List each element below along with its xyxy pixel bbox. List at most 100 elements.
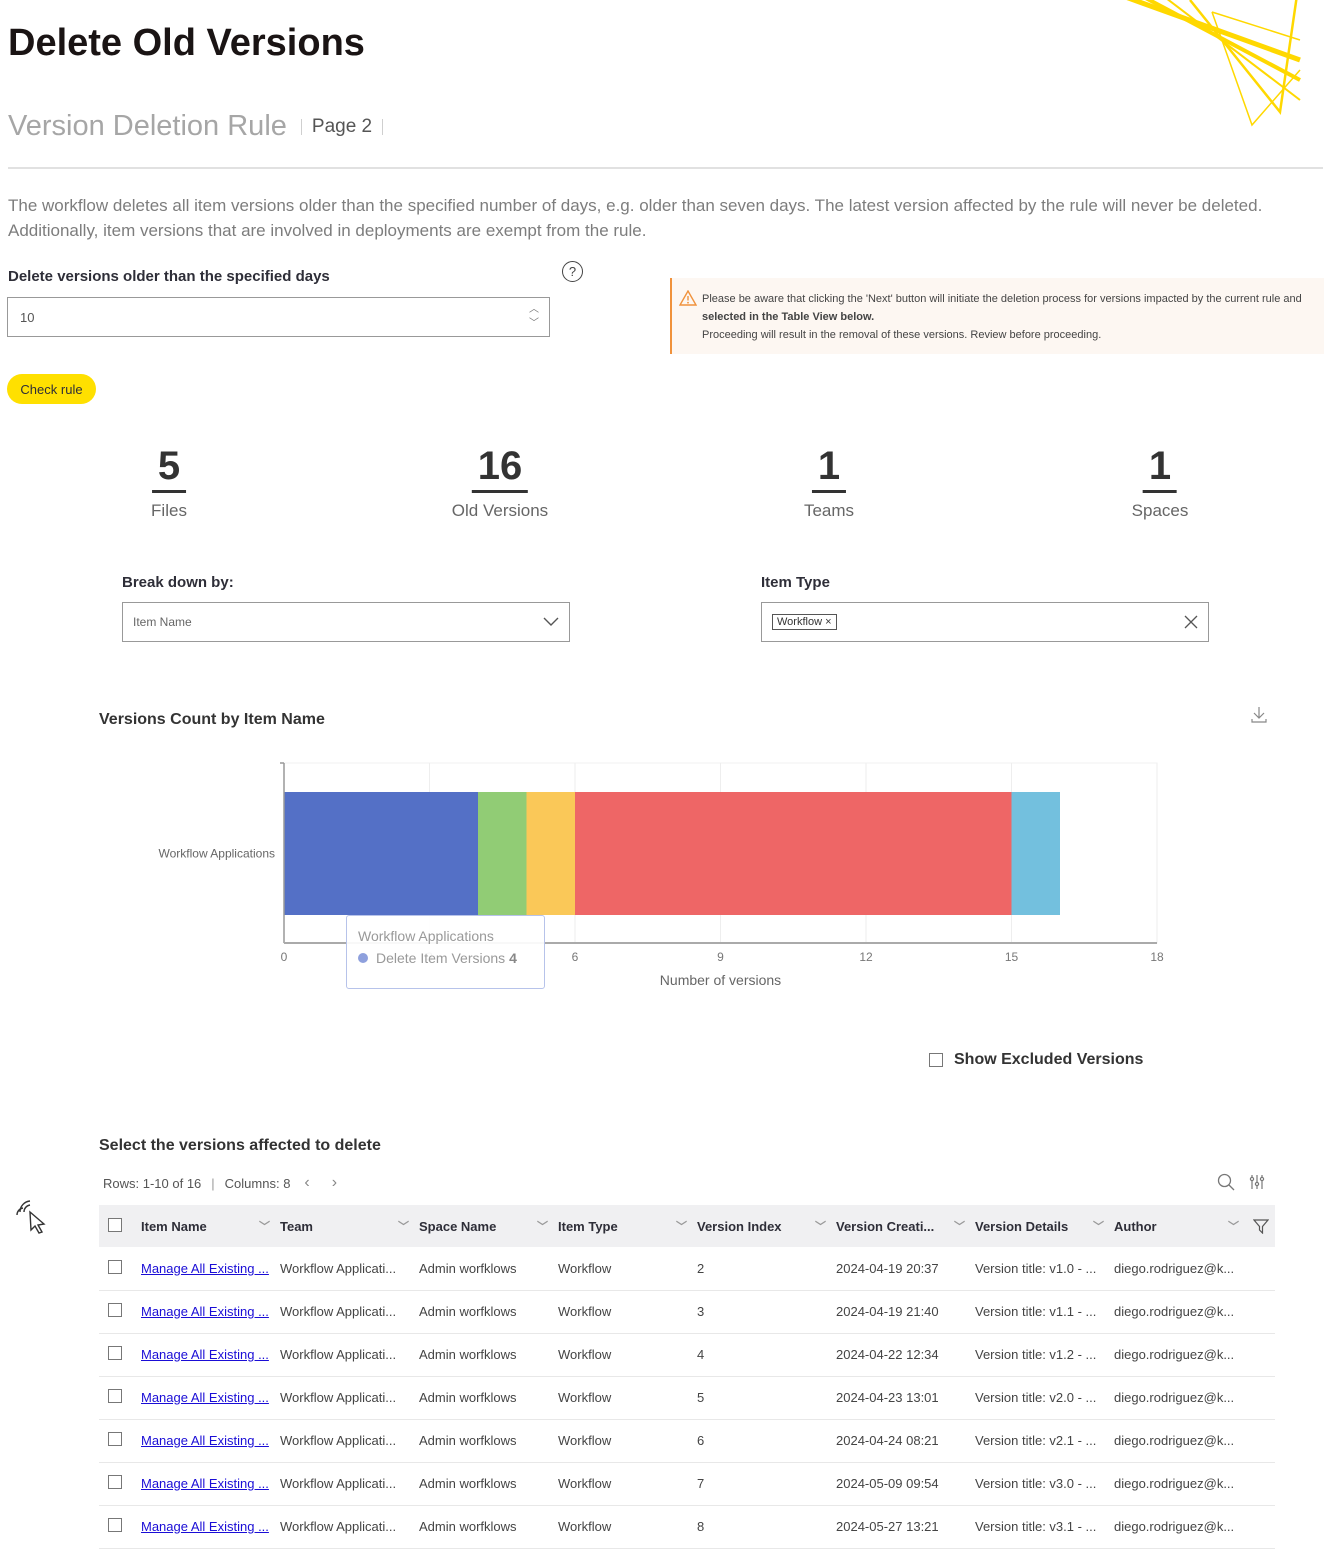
versions-table: Item Name ﹀ Team ﹀ Space Name ﹀ Item Type ﹀ … bbox=[99, 1205, 1275, 1549]
sort-chevron-icon[interactable]: ﹀ bbox=[1228, 1218, 1239, 1234]
sort-chevron-icon[interactable]: ﹀ bbox=[1093, 1218, 1104, 1234]
sort-chevron-icon[interactable]: ﹀ bbox=[815, 1218, 826, 1234]
cell-author: diego.rodriguez@k... bbox=[1114, 1419, 1275, 1463]
show-excluded-checkbox[interactable] bbox=[929, 1053, 943, 1067]
select-all-checkbox[interactable] bbox=[108, 1217, 122, 1232]
prev-page-icon[interactable]: ‹ bbox=[304, 1174, 309, 1192]
question-circle-icon[interactable]: ? bbox=[562, 261, 583, 282]
sort-chevron-icon[interactable]: ﹀ bbox=[537, 1218, 548, 1234]
column-header-version-creation[interactable]: Version Creati... ﹀ bbox=[836, 1205, 975, 1247]
cell-text: Version title: v3.0 - ... bbox=[975, 1476, 1097, 1491]
cell-item-name[interactable]: Manage All Existing ... bbox=[141, 1290, 280, 1334]
cell-text: diego.rodriguez@k... bbox=[1114, 1476, 1235, 1491]
sort-chevron-icon[interactable]: ﹀ bbox=[398, 1218, 409, 1234]
chevron-down-icon[interactable]: ﹀ bbox=[529, 319, 539, 329]
cell-text: 2024-04-24 08:21 bbox=[836, 1433, 939, 1448]
cell-version-index: 6 bbox=[697, 1419, 836, 1463]
row-checkbox[interactable] bbox=[108, 1475, 122, 1489]
number-stepper[interactable]: ︿ ﹀ bbox=[529, 305, 539, 329]
stat-value: 16 bbox=[471, 444, 529, 493]
cell-text: Admin worfklows bbox=[419, 1390, 517, 1405]
stat-files: 5 Files bbox=[151, 444, 187, 521]
item-name-link[interactable]: Manage All Existing ... bbox=[141, 1476, 269, 1491]
bar-segment-4 bbox=[575, 792, 1012, 915]
days-input-field[interactable] bbox=[18, 308, 529, 326]
table-row[interactable]: Manage All Existing ... Workflow Applicat… bbox=[99, 1290, 1275, 1334]
cell-item-name[interactable]: Manage All Existing ... bbox=[141, 1247, 280, 1291]
breakdown-select[interactable]: Item Name bbox=[122, 602, 570, 642]
days-number-input[interactable]: ︿ ﹀ bbox=[7, 297, 550, 337]
y-category-label: Workflow Applications bbox=[159, 847, 276, 861]
table-pager: Rows: 1-10 of 16 | Columns: 8 ‹ › bbox=[103, 1174, 337, 1192]
row-checkbox[interactable] bbox=[108, 1303, 122, 1317]
rows-info: Rows: 1-10 of 16 bbox=[103, 1175, 202, 1191]
filter-chip-workflow[interactable]: Workflow × bbox=[772, 614, 837, 630]
chip-remove-icon[interactable]: × bbox=[825, 616, 831, 628]
chevron-up-icon[interactable]: ︿ bbox=[529, 305, 539, 315]
column-header-version-details[interactable]: Version Details ﹀ bbox=[975, 1205, 1114, 1247]
column-header-item-name[interactable]: Item Name ﹀ bbox=[141, 1205, 280, 1247]
table-row[interactable]: Manage All Existing ... Workflow Applicat… bbox=[99, 1376, 1275, 1420]
column-header-space-name[interactable]: Space Name ﹀ bbox=[419, 1205, 558, 1247]
tooltip-series: Delete Item Versions bbox=[376, 950, 506, 966]
cell-text: Workflow Applicati... bbox=[280, 1260, 397, 1276]
row-checkbox[interactable] bbox=[108, 1346, 122, 1360]
row-checkbox[interactable] bbox=[108, 1432, 122, 1446]
column-header-version-index[interactable]: Version Index ﹀ bbox=[697, 1205, 836, 1247]
cell-text: Workflow Applicati... bbox=[280, 1433, 397, 1448]
item-name-link[interactable]: Manage All Existing ... bbox=[141, 1433, 269, 1448]
table-row[interactable]: Manage All Existing ... Workflow Applicat… bbox=[99, 1419, 1275, 1463]
sort-chevron-icon[interactable]: ﹀ bbox=[259, 1218, 270, 1234]
cell-item-name[interactable]: Manage All Existing ... bbox=[141, 1376, 280, 1420]
cell-space-name: Admin worfklows bbox=[419, 1333, 558, 1377]
item-name-link[interactable]: Manage All Existing ... bbox=[141, 1261, 269, 1276]
cell-author: diego.rodriguez@k... bbox=[1114, 1505, 1275, 1549]
check-rule-button[interactable]: Check rule bbox=[7, 374, 96, 404]
item-type-multiselect[interactable]: Workflow × bbox=[761, 602, 1209, 642]
select-all-cell bbox=[99, 1205, 141, 1247]
clear-icon[interactable] bbox=[1184, 615, 1198, 629]
sort-chevron-icon[interactable]: ﹀ bbox=[954, 1218, 965, 1234]
divider bbox=[300, 118, 302, 135]
column-settings-icon[interactable] bbox=[1249, 1173, 1265, 1191]
tooltip-title: Workflow Applications bbox=[358, 928, 494, 944]
cell-text: Version title: v1.2 - ... bbox=[975, 1347, 1097, 1362]
search-icon[interactable] bbox=[1217, 1173, 1235, 1191]
cell-text: Admin worfklows bbox=[419, 1476, 517, 1491]
item-name-link[interactable]: Manage All Existing ... bbox=[141, 1304, 269, 1319]
row-checkbox[interactable] bbox=[108, 1259, 122, 1274]
cell-item-name[interactable]: Manage All Existing ... bbox=[141, 1505, 280, 1549]
stat-label: Old Versions bbox=[451, 501, 549, 520]
cell-text: 2024-04-19 21:40 bbox=[836, 1304, 939, 1319]
item-name-link[interactable]: Manage All Existing ... bbox=[141, 1347, 269, 1362]
table-row[interactable]: Manage All Existing ... Workflow Applicat… bbox=[99, 1462, 1275, 1506]
download-icon[interactable] bbox=[1250, 706, 1268, 724]
row-checkbox[interactable] bbox=[108, 1518, 122, 1532]
table-row[interactable]: Manage All Existing ... Workflow Applicat… bbox=[99, 1247, 1275, 1291]
cell-item-name[interactable]: Manage All Existing ... bbox=[141, 1419, 280, 1463]
item-name-link[interactable]: Manage All Existing ... bbox=[141, 1519, 269, 1534]
cell-item-name[interactable]: Manage All Existing ... bbox=[141, 1333, 280, 1377]
item-name-link[interactable]: Manage All Existing ... bbox=[141, 1390, 269, 1405]
column-header-team[interactable]: Team ﹀ bbox=[280, 1205, 419, 1247]
tooltip-row: Delete Item Versions 4 bbox=[358, 950, 533, 966]
next-page-icon[interactable]: › bbox=[332, 1174, 337, 1192]
table-row[interactable]: Manage All Existing ... Workflow Applicat… bbox=[99, 1333, 1275, 1377]
sort-chevron-icon[interactable]: ﹀ bbox=[676, 1218, 687, 1234]
filter-icon[interactable] bbox=[1253, 1218, 1269, 1234]
column-header-item-type[interactable]: Item Type ﹀ bbox=[558, 1205, 697, 1247]
stat-spaces: 1 Spaces bbox=[1132, 444, 1189, 521]
cell-item-name[interactable]: Manage All Existing ... bbox=[141, 1462, 280, 1506]
row-checkbox[interactable] bbox=[108, 1389, 122, 1403]
cell-text: 4 bbox=[697, 1347, 705, 1362]
chart-title: Versions Count by Item Name bbox=[99, 711, 325, 728]
column-header-author[interactable]: Author ﹀ bbox=[1114, 1205, 1275, 1247]
stat-label: Spaces bbox=[1131, 501, 1189, 520]
breakdown-value: Item Name bbox=[133, 615, 192, 629]
table-row[interactable]: Manage All Existing ... Workflow Applicat… bbox=[99, 1505, 1275, 1549]
cell-version-details: Version title: v3.0 - ... bbox=[975, 1462, 1114, 1506]
cell-version-details: Version title: v3.1 - ... bbox=[975, 1505, 1114, 1549]
x-tick-label: 12 bbox=[859, 950, 873, 964]
show-excluded-toggle[interactable]: Show Excluded Versions bbox=[929, 1051, 1143, 1069]
cell-space-name: Admin worfklows bbox=[419, 1505, 558, 1549]
